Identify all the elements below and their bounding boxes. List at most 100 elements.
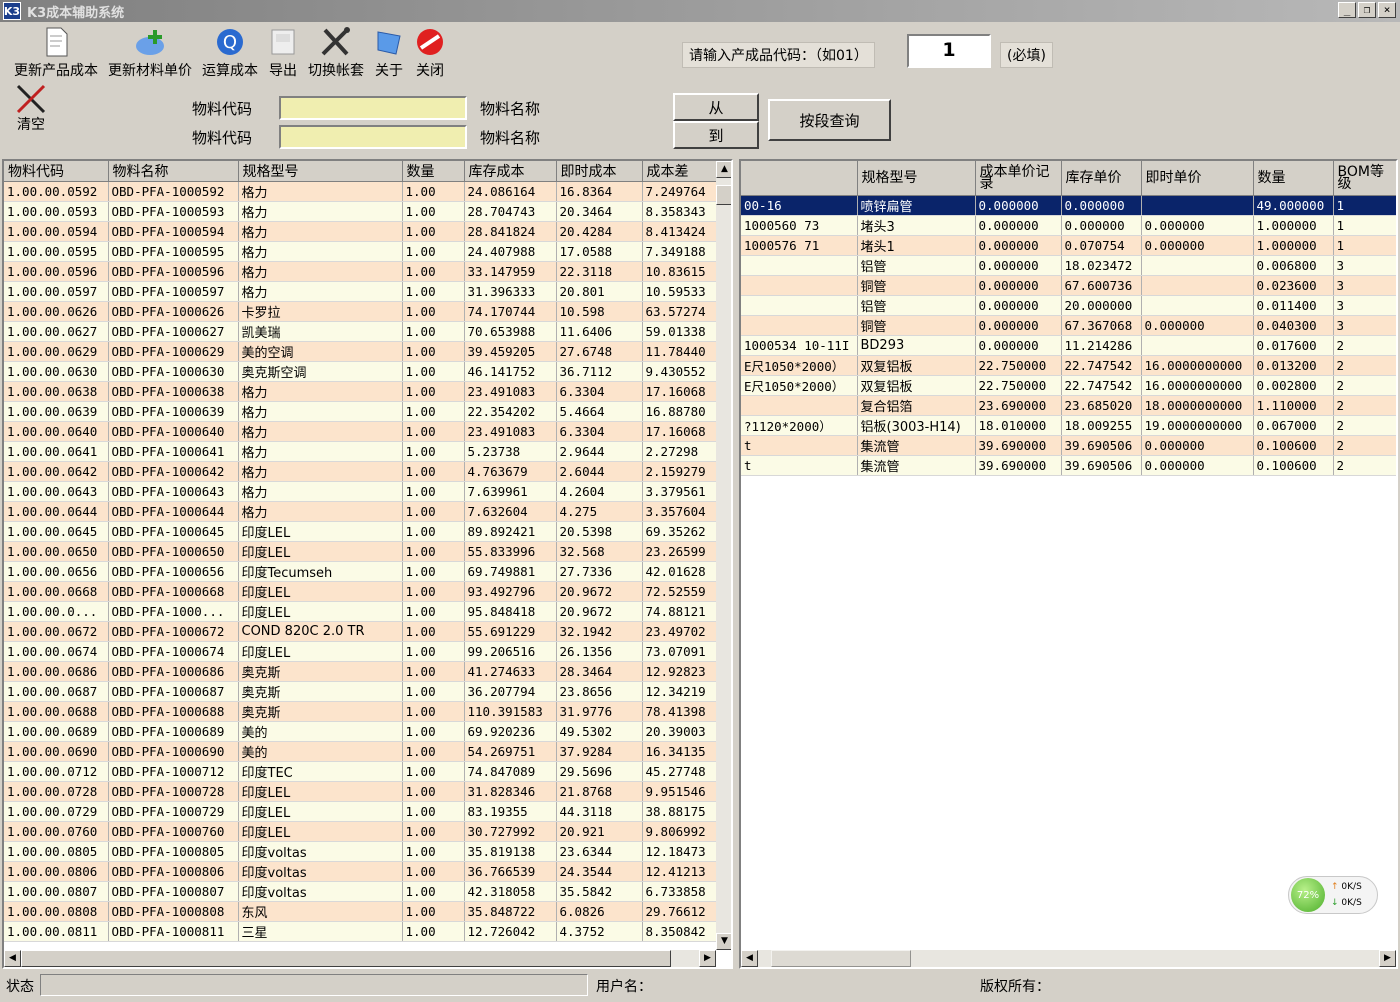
table-cell[interactable]: 18.0000000000 [1141, 395, 1254, 416]
table-cell[interactable]: 23.491083 [464, 421, 557, 442]
table-cell[interactable]: 6.3304 [556, 421, 643, 442]
table-row[interactable]: E尺1050*2000） 双复铝板 22.750000 22.747542 16.000… [741, 355, 1396, 376]
table-cell[interactable]: OBD-PFA-1000672 [108, 621, 239, 642]
table-cell[interactable]: 42.01628 [642, 561, 717, 582]
table-cell[interactable]: OBD-PFA-1000807 [108, 881, 239, 902]
table-cell[interactable]: 印度Tecumseh [238, 561, 403, 582]
close-button[interactable]: 关闭 [414, 26, 446, 80]
table-cell[interactable]: 印度LEL [238, 541, 403, 562]
table-cell[interactable]: 1.000000 [1253, 235, 1334, 256]
table-cell[interactable]: 27.6748 [556, 341, 643, 362]
table-cell[interactable]: 10.59533 [642, 281, 717, 302]
table-cell[interactable]: 格力 [238, 501, 403, 522]
table-cell[interactable]: 1.00 [402, 221, 465, 242]
table-cell[interactable]: 印度LEL [238, 781, 403, 802]
table-cell[interactable]: 72.52559 [642, 581, 717, 602]
table-row[interactable]: 1.00.00.0728 OBD-PFA-1000728 印度LEL 1.00 31.8… [4, 781, 717, 802]
table-cell[interactable]: 1.00 [402, 581, 465, 602]
table-cell[interactable]: 1.000000 [1253, 215, 1334, 236]
table-cell[interactable]: 35.819138 [464, 841, 557, 862]
table-cell[interactable]: OBD-PFA-1000668 [108, 581, 239, 602]
table-cell[interactable]: OBD-PFA-1000639 [108, 401, 239, 422]
table-cell[interactable]: 9.806992 [642, 821, 717, 842]
table-cell[interactable]: 10.83615 [642, 261, 717, 282]
range-query-button[interactable]: 按段查询 [768, 99, 891, 141]
table-cell[interactable]: 1.00.00.0808 [4, 901, 109, 922]
table-cell[interactable]: 0.011400 [1253, 295, 1334, 316]
table-cell[interactable]: 1.00.00.0... [4, 601, 109, 622]
table-cell[interactable] [741, 275, 858, 296]
table-cell[interactable]: 0.000000 [1141, 435, 1254, 456]
table-row[interactable]: 1.00.00.0690 OBD-PFA-1000690 美的 1.00 54.2697… [4, 741, 717, 762]
table-cell[interactable]: 0.000000 [975, 315, 1062, 336]
product-code-input[interactable]: 1 [907, 34, 991, 68]
table-cell[interactable]: 39.690506 [1061, 435, 1142, 456]
table-row[interactable]: ?1120*2000） 铝板(3003-H14) 18.010000 18.00925… [741, 415, 1396, 436]
table-cell[interactable]: 1.00.00.0674 [4, 641, 109, 662]
table-cell[interactable]: 1.00 [402, 881, 465, 902]
table-cell[interactable]: 3.357604 [642, 501, 717, 522]
table-row[interactable]: 1.00.00.0626 OBD-PFA-1000626 卡罗拉 1.00 74.170… [4, 301, 717, 322]
table-cell[interactable]: OBD-PFA-1000644 [108, 501, 239, 522]
table-cell[interactable]: 38.88175 [642, 801, 717, 822]
table-cell[interactable]: OBD-PFA-1000626 [108, 301, 239, 322]
table-cell[interactable]: 1.00.00.0811 [4, 921, 109, 942]
table-cell[interactable]: 1.110000 [1253, 395, 1334, 416]
table-cell[interactable] [1141, 335, 1254, 356]
table-cell[interactable]: OBD-PFA-1000656 [108, 561, 239, 582]
table-cell[interactable]: 0.002800 [1253, 375, 1334, 396]
table-cell[interactable]: OBD-PFA-1000641 [108, 441, 239, 462]
table-cell[interactable]: 0.000000 [1141, 315, 1254, 336]
table-cell[interactable]: 1 [1333, 235, 1396, 256]
table-cell[interactable]: 铝板(3003-H14) [857, 415, 976, 436]
table-row[interactable]: 1.00.00.0597 OBD-PFA-1000597 格力 1.00 31.3963… [4, 281, 717, 302]
table-cell[interactable]: 堵头1 [857, 235, 976, 256]
table-cell[interactable]: 1.00.00.0640 [4, 421, 109, 442]
table-cell[interactable]: 18.009255 [1061, 415, 1142, 436]
table-cell[interactable]: 1.00 [402, 361, 465, 382]
left-vscroll-thumb[interactable] [716, 185, 731, 205]
table-cell[interactable]: 24.086164 [464, 181, 557, 202]
table-row[interactable]: t 集流管 39.690000 39.690506 0.000000 0.100600 2 [741, 455, 1396, 476]
table-cell[interactable]: 8.350842 [642, 921, 717, 942]
table-cell[interactable]: 6.3304 [556, 381, 643, 402]
table-row[interactable]: 1.00.00.0712 OBD-PFA-1000712 印度TEC 1.00 74.8… [4, 761, 717, 782]
update-product-cost-button[interactable]: 更新产品成本 [14, 26, 98, 80]
table-cell[interactable]: OBD-PFA-1000... [108, 601, 239, 622]
table-cell[interactable]: 24.3544 [556, 861, 643, 882]
table-cell[interactable]: 32.1942 [556, 621, 643, 642]
table-cell[interactable]: 23.491083 [464, 381, 557, 402]
table-cell[interactable]: 1.00.00.0760 [4, 821, 109, 842]
table-cell[interactable]: 铜管 [857, 275, 976, 296]
table-row[interactable]: 1.00.00.0686 OBD-PFA-1000686 奥克斯 1.00 41.274… [4, 661, 717, 682]
table-cell[interactable]: 39.459205 [464, 341, 557, 362]
table-cell[interactable]: 32.568 [556, 541, 643, 562]
table-cell[interactable]: 凯美瑞 [238, 321, 403, 342]
table-cell[interactable]: 格力 [238, 281, 403, 302]
table-cell[interactable]: 1.00 [402, 421, 465, 442]
table-cell[interactable]: 69.749881 [464, 561, 557, 582]
table-cell[interactable]: 74.88121 [642, 601, 717, 622]
table-row[interactable]: 1.00.00.0805 OBD-PFA-1000805 印度voltas 1.00 3… [4, 841, 717, 862]
table-cell[interactable]: OBD-PFA-1000805 [108, 841, 239, 862]
table-cell[interactable]: OBD-PFA-1000690 [108, 741, 239, 762]
table-cell[interactable]: OBD-PFA-1000627 [108, 321, 239, 342]
table-cell[interactable]: 1.00.00.0712 [4, 761, 109, 782]
right-column-header[interactable]: 即时单价 [1141, 161, 1254, 196]
table-cell[interactable]: 17.16068 [642, 421, 717, 442]
table-cell[interactable]: OBD-PFA-1000760 [108, 821, 239, 842]
left-hscroll-thumb[interactable] [21, 950, 671, 967]
scroll-right-arrow-icon[interactable]: ▶ [1379, 950, 1396, 967]
table-cell[interactable]: 0.000000 [1141, 235, 1254, 256]
table-cell[interactable]: t [741, 435, 858, 456]
table-cell[interactable]: 格力 [238, 241, 403, 262]
table-row[interactable]: 1.00.00.0592 OBD-PFA-1000592 格力 1.00 24.0861… [4, 181, 717, 202]
table-cell[interactable]: 20.000000 [1061, 295, 1142, 316]
table-row[interactable]: 1.00.00.0806 OBD-PFA-1000806 印度voltas 1.00 3… [4, 861, 717, 882]
table-cell[interactable]: 1.00.00.0641 [4, 441, 109, 462]
table-cell[interactable]: OBD-PFA-1000645 [108, 521, 239, 542]
calculate-cost-button[interactable]: Q 运算成本 [202, 26, 258, 80]
table-cell[interactable]: 16.34135 [642, 741, 717, 762]
table-cell[interactable]: OBD-PFA-1000729 [108, 801, 239, 822]
table-cell[interactable]: 110.391583 [464, 701, 557, 722]
